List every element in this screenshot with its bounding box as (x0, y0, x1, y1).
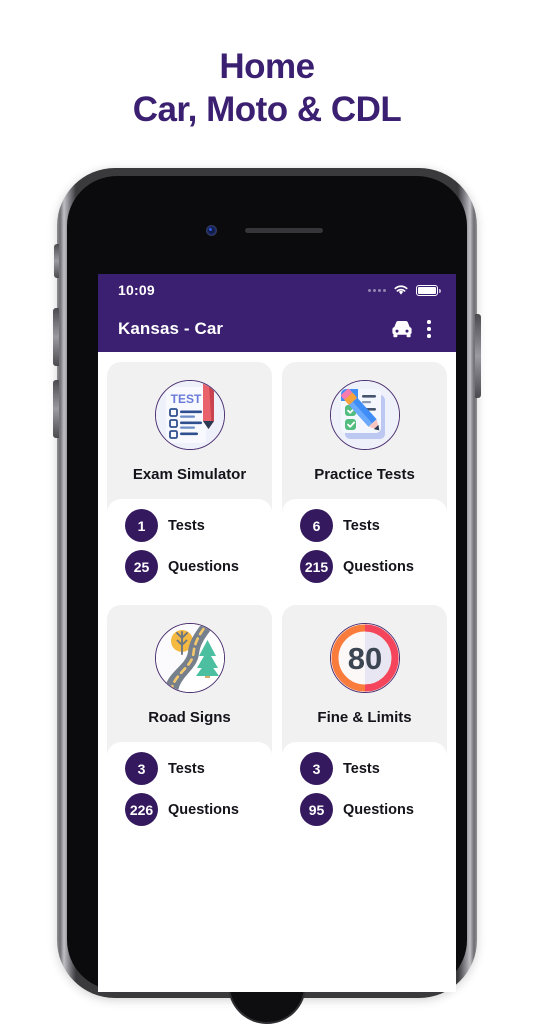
volume-up-button[interactable] (53, 308, 59, 366)
svg-text:TEST: TEST (170, 392, 201, 406)
exam-clipboard-icon: TEST (154, 380, 225, 450)
stat-label: Tests (343, 517, 380, 534)
battery-full-icon (416, 284, 441, 296)
earpiece-speaker (245, 228, 323, 233)
stat-row-questions: 95 Questions (300, 793, 447, 826)
stat-label: Tests (168, 517, 205, 534)
phone-mockup: 10:09 Kansas - Car TEST Exam Simulator 1… (53, 168, 481, 1024)
overflow-menu-button[interactable] (416, 316, 442, 342)
vehicle-selector-button[interactable] (388, 318, 416, 340)
phone-screen: 10:09 Kansas - Car TEST Exam Simulator 1… (98, 274, 456, 992)
phone-bezel: 10:09 Kansas - Car TEST Exam Simulator 1… (67, 176, 467, 1024)
app-bar-title: Kansas - Car (118, 319, 224, 338)
kebab-dot (427, 320, 431, 324)
winding-road-icon (154, 623, 225, 693)
page-title: Home Car, Moto & CDL (0, 0, 534, 131)
card-fine-and-limits[interactable]: 80 Fine & Limits 3 Tests 95 Questions (282, 605, 447, 838)
volume-down-button[interactable] (53, 380, 59, 438)
stat-row-questions: 226 Questions (125, 793, 272, 826)
card-header: TEST Exam Simulator (107, 362, 272, 499)
stat-badge: 95 (300, 793, 333, 826)
card-practice-tests[interactable]: Practice Tests 6 Tests 215 Questions (282, 362, 447, 595)
stat-label: Questions (343, 558, 414, 575)
card-header: 80 Fine & Limits (282, 605, 447, 742)
card-stats: 3 Tests 95 Questions (282, 742, 447, 838)
card-road-signs[interactable]: Road Signs 3 Tests 226 Questions (107, 605, 272, 838)
card-header: Road Signs (107, 605, 272, 742)
stat-label: Questions (168, 558, 239, 575)
svg-text:80: 80 (347, 641, 381, 676)
card-stats: 6 Tests 215 Questions (282, 499, 447, 595)
kebab-dot (427, 334, 431, 338)
stat-label: Tests (168, 760, 205, 777)
card-label: Exam Simulator (132, 466, 247, 483)
speed-limit-80-icon: 80 (329, 623, 400, 693)
stat-label: Questions (343, 801, 414, 818)
status-icons (368, 284, 441, 296)
signal-dots-icon (368, 288, 386, 292)
card-exam-simulator[interactable]: TEST Exam Simulator 1 Tests 25 Questions (107, 362, 272, 595)
wifi-icon (394, 285, 408, 295)
front-camera-icon (206, 225, 217, 236)
power-button[interactable] (475, 314, 481, 398)
card-label: Practice Tests (314, 466, 415, 483)
status-bar: 10:09 (98, 274, 456, 306)
stat-badge: 226 (125, 793, 158, 826)
stat-row-tests: 1 Tests (125, 509, 272, 542)
card-stats: 1 Tests 25 Questions (107, 499, 272, 595)
stat-badge: 6 (300, 509, 333, 542)
page-title-line2: Car, Moto & CDL (132, 89, 402, 129)
stat-row-questions: 215 Questions (300, 550, 447, 583)
stat-badge: 3 (300, 752, 333, 785)
stat-row-tests: 3 Tests (125, 752, 272, 785)
stat-badge: 3 (125, 752, 158, 785)
stat-badge: 25 (125, 550, 158, 583)
card-label: Road Signs (148, 709, 231, 726)
page-title-line1: Home (219, 47, 315, 86)
stat-label: Tests (343, 760, 380, 777)
kebab-dot (427, 327, 431, 331)
card-label: Fine & Limits (317, 709, 412, 726)
silent-switch[interactable] (54, 244, 59, 278)
stat-label: Questions (168, 801, 239, 818)
stat-row-tests: 6 Tests (300, 509, 447, 542)
app-bar: Kansas - Car (98, 306, 456, 352)
card-stats: 3 Tests 226 Questions (107, 742, 272, 838)
checklist-pencil-icon (329, 380, 400, 450)
car-icon (392, 320, 412, 338)
card-header: Practice Tests (282, 362, 447, 499)
stat-row-tests: 3 Tests (300, 752, 447, 785)
stat-row-questions: 25 Questions (125, 550, 272, 583)
category-grid: TEST Exam Simulator 1 Tests 25 Questions… (98, 352, 456, 838)
status-time: 10:09 (118, 282, 155, 298)
stat-badge: 1 (125, 509, 158, 542)
stat-badge: 215 (300, 550, 333, 583)
